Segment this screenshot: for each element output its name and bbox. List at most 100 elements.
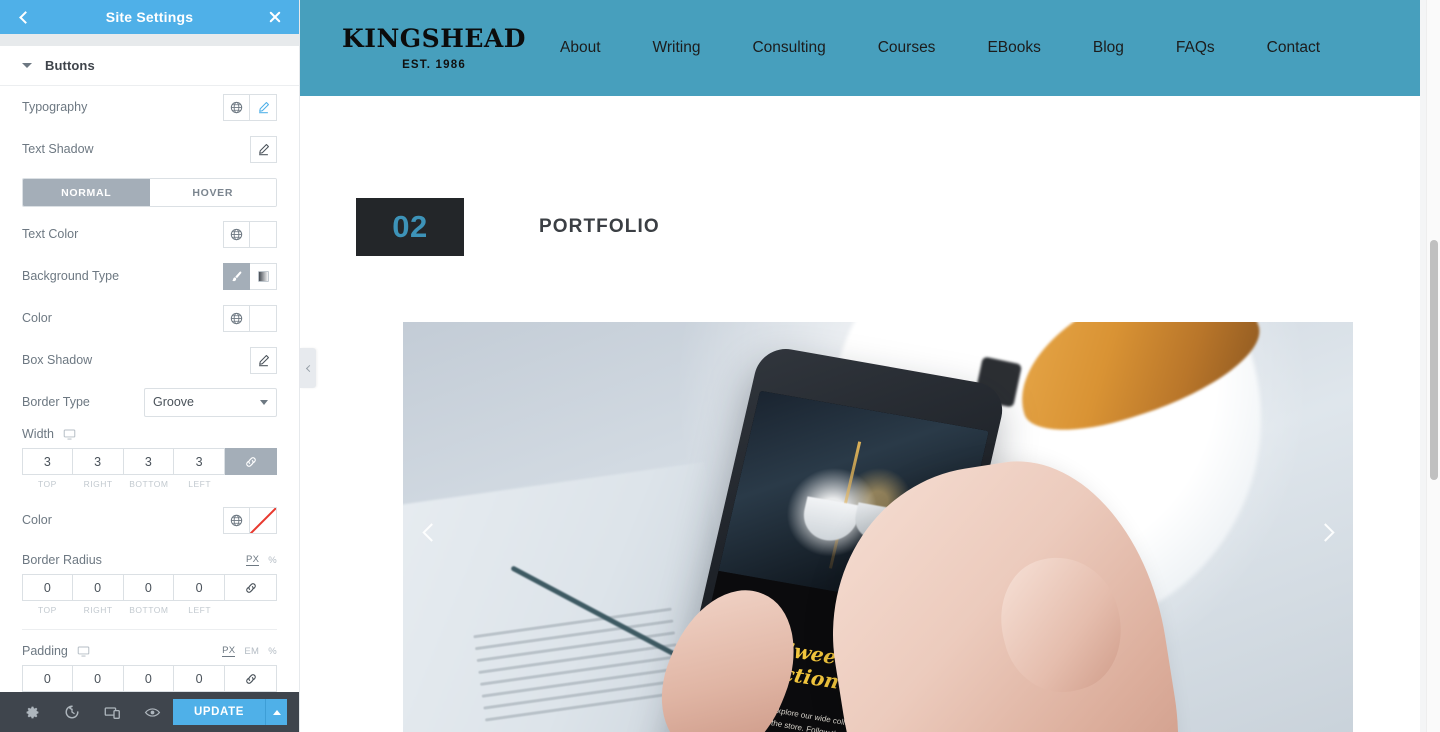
nav-item-writing[interactable]: Writing [627, 39, 727, 57]
close-icon [268, 10, 282, 24]
padding-bottom-input[interactable] [123, 665, 175, 692]
width-left-label: LEFT [188, 479, 212, 489]
section-number-badge: 02 [356, 198, 464, 256]
nav-item-consulting[interactable]: Consulting [726, 39, 851, 57]
nav-item-faqs[interactable]: FAQs [1150, 39, 1241, 57]
background-gradient-button[interactable] [250, 262, 277, 290]
typography-globe-button[interactable] [223, 93, 250, 121]
control-padding-header: Padding PX EM % [22, 644, 277, 658]
pencil-icon [259, 354, 269, 366]
border-color-swatch[interactable] [250, 506, 277, 534]
update-button[interactable]: UPDATE [172, 699, 265, 725]
padding-top-cell [22, 665, 73, 692]
padding-left-cell [174, 665, 225, 692]
border-radius-dimension-control: TOP RIGHT BOTTOM LEFT [22, 574, 277, 615]
typography-edit-button[interactable] [250, 93, 277, 121]
box-shadow-edit-button[interactable] [250, 346, 277, 374]
page-scrollbar[interactable] [1426, 0, 1440, 732]
nav-item-courses[interactable]: Courses [852, 39, 962, 57]
width-link-button[interactable] [225, 448, 277, 475]
border-color-globe-button[interactable] [223, 506, 250, 534]
width-bottom-input[interactable] [123, 448, 175, 475]
carousel-next-button[interactable] [1309, 514, 1345, 550]
radius-right-label: RIGHT [83, 605, 113, 615]
text-color-swatch[interactable] [250, 220, 277, 248]
settings-button[interactable] [12, 692, 52, 732]
radius-bottom-input[interactable] [123, 574, 175, 601]
chevron-left-icon [19, 10, 32, 24]
radius-left-label: LEFT [188, 605, 212, 615]
background-type-controls [223, 262, 277, 290]
padding-right-input[interactable] [72, 665, 124, 692]
width-label: Width [22, 427, 54, 441]
carousel-prev-button[interactable] [411, 514, 447, 550]
radius-bottom-cell: BOTTOM [123, 574, 175, 615]
padding-unit-em[interactable]: EM [244, 646, 259, 657]
text-shadow-edit-button[interactable] [250, 135, 277, 163]
radius-left-input[interactable] [174, 574, 225, 601]
control-border-type: Border Type Groove [22, 381, 277, 423]
padding-link-button[interactable] [225, 665, 277, 692]
panel-footer-toolbar: UPDATE [0, 692, 299, 732]
text-color-label: Text Color [22, 227, 79, 241]
radius-right-cell: RIGHT [72, 574, 124, 615]
page-scrollbar-thumb[interactable] [1430, 240, 1438, 480]
padding-unit-px[interactable]: PX [222, 645, 236, 657]
nav-item-contact[interactable]: Contact [1241, 39, 1346, 57]
panel-back-button[interactable] [14, 7, 34, 27]
radius-top-label: TOP [37, 605, 57, 615]
pencil-icon [259, 143, 269, 155]
nav-item-about[interactable]: About [534, 39, 627, 57]
site-navigation: About Writing Consulting Courses EBooks … [534, 39, 1346, 57]
preview-button[interactable] [133, 692, 173, 732]
site-logo[interactable]: KINGSHEAD EST. 1986 [342, 26, 525, 71]
caret-up-icon [272, 709, 281, 715]
chevron-down-icon [260, 399, 268, 405]
panel-scroll-area[interactable]: Typography Text Shadow NORMAL HOVER Text… [0, 86, 299, 692]
panel-close-button[interactable] [265, 7, 285, 27]
nav-item-ebooks[interactable]: EBooks [961, 39, 1066, 57]
section-buttons-title: Buttons [45, 58, 95, 73]
tab-normal[interactable]: NORMAL [23, 179, 150, 206]
radius-top-input[interactable] [22, 574, 73, 601]
panel-collapse-handle[interactable] [300, 348, 316, 388]
width-top-input[interactable] [22, 448, 73, 475]
control-border-radius-header: Border Radius PX % [22, 553, 277, 567]
section-buttons-header[interactable]: Buttons [0, 46, 299, 86]
color-swatch[interactable] [250, 304, 277, 332]
control-text-shadow: Text Shadow [22, 128, 277, 170]
nav-item-blog[interactable]: Blog [1067, 39, 1150, 57]
desktop-icon[interactable] [63, 428, 76, 441]
border-radius-unit-percent[interactable]: % [268, 555, 277, 566]
width-bottom-label: BOTTOM [129, 479, 169, 489]
background-classic-button[interactable] [223, 262, 250, 290]
border-radius-link-button[interactable] [225, 574, 277, 601]
panel-header: Site Settings [0, 0, 299, 34]
link-icon [245, 456, 256, 467]
width-left-input[interactable] [174, 448, 225, 475]
color-label: Color [22, 311, 52, 325]
control-box-shadow: Box Shadow [22, 339, 277, 381]
border-radius-unit-px[interactable]: PX [245, 554, 260, 566]
logo-tagline: EST. 1986 [402, 58, 466, 71]
panel-divider [22, 629, 277, 630]
responsive-mode-button[interactable] [92, 692, 132, 732]
update-options-button[interactable] [265, 699, 287, 725]
padding-top-input[interactable] [22, 665, 73, 692]
padding-unit-percent[interactable]: % [268, 646, 277, 657]
logo-name: KINGSHEAD [342, 23, 526, 53]
width-right-input[interactable] [72, 448, 124, 475]
color-globe-button[interactable] [223, 304, 250, 332]
chevron-left-icon [421, 522, 441, 542]
padding-left-input[interactable] [174, 665, 225, 692]
padding-units: PX EM % [222, 645, 277, 657]
padding-right-cell [72, 665, 124, 692]
radius-right-input[interactable] [72, 574, 124, 601]
history-button[interactable] [52, 692, 92, 732]
text-color-globe-button[interactable] [223, 220, 250, 248]
desktop-icon[interactable] [77, 645, 90, 658]
portfolio-carousel[interactable]: Our Sweets Collection The best way to ex… [403, 322, 1353, 732]
border-type-select[interactable]: Groove [144, 387, 277, 417]
box-shadow-controls [250, 346, 277, 374]
tab-hover[interactable]: HOVER [149, 179, 276, 206]
